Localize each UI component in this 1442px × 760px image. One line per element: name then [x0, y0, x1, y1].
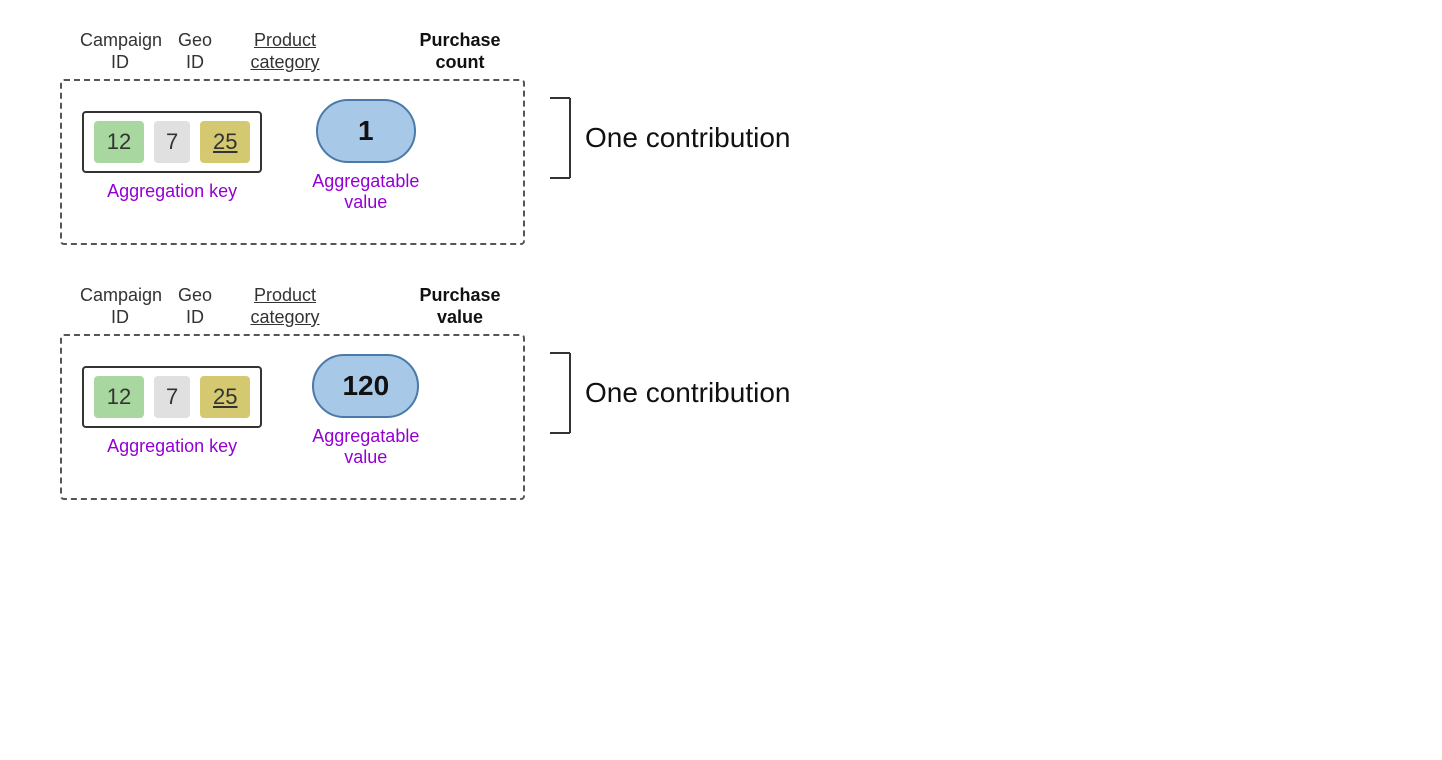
bracket-svg-1	[545, 88, 575, 188]
campaign-cell-2: 12	[94, 376, 144, 418]
value-bubble-1: 1	[316, 99, 416, 163]
header-purchase-1: Purchase count	[395, 30, 525, 73]
product-cell-2: 25	[200, 376, 250, 418]
geo-cell-2: 7	[154, 376, 190, 418]
headers-and-dashed-1: Campaign ID Geo ID Product category Purc…	[60, 30, 525, 245]
key-area-2: 12 7 25 Aggregation key	[82, 366, 262, 457]
top-headers-row-2: Campaign ID Geo ID Product category Purc…	[60, 285, 525, 328]
dashed-outer-2: 12 7 25 Aggregation key 120 Aggregatable…	[60, 334, 525, 500]
diagram-container: Campaign ID Geo ID Product category Purc…	[0, 0, 1442, 530]
agg-value-label-2: Aggregatable value	[312, 426, 419, 468]
value-bubble-2: 120	[312, 354, 419, 418]
product-cell-1: 25	[200, 121, 250, 163]
headers-and-dashed-2: Campaign ID Geo ID Product category Purc…	[60, 285, 525, 500]
header-purchase-2: Purchase value	[395, 285, 525, 328]
one-contribution-label-2: One contribution	[585, 377, 790, 409]
agg-key-label-1: Aggregation key	[107, 181, 237, 202]
dashed-outer-1: 12 7 25 Aggregation key 1 Aggregatable v…	[60, 79, 525, 245]
campaign-cell-1: 12	[94, 121, 144, 163]
header-campaign-2: Campaign ID	[80, 285, 160, 328]
header-campaign-1: Campaign ID	[80, 30, 160, 73]
header-product-1: Product category	[230, 30, 340, 73]
right-side-1: One contribution	[545, 88, 790, 188]
agg-key-label-2: Aggregation key	[107, 436, 237, 457]
key-area-1: 12 7 25 Aggregation key	[82, 111, 262, 202]
section-1: Campaign ID Geo ID Product category Purc…	[60, 30, 790, 245]
header-product-2: Product category	[230, 285, 340, 328]
value-area-2: 120 Aggregatable value	[312, 354, 419, 468]
right-side-2: One contribution	[545, 343, 790, 443]
header-geo-2: Geo ID	[160, 285, 230, 328]
header-geo-1: Geo ID	[160, 30, 230, 73]
bracket-svg-2	[545, 343, 575, 443]
key-box-2: 12 7 25	[82, 366, 262, 428]
value-area-1: 1 Aggregatable value	[312, 99, 419, 213]
one-contribution-label-1: One contribution	[585, 122, 790, 154]
agg-value-label-1: Aggregatable value	[312, 171, 419, 213]
section-2: Campaign ID Geo ID Product category Purc…	[60, 285, 790, 500]
top-headers-row-1: Campaign ID Geo ID Product category Purc…	[60, 30, 525, 73]
geo-cell-1: 7	[154, 121, 190, 163]
key-box-1: 12 7 25	[82, 111, 262, 173]
